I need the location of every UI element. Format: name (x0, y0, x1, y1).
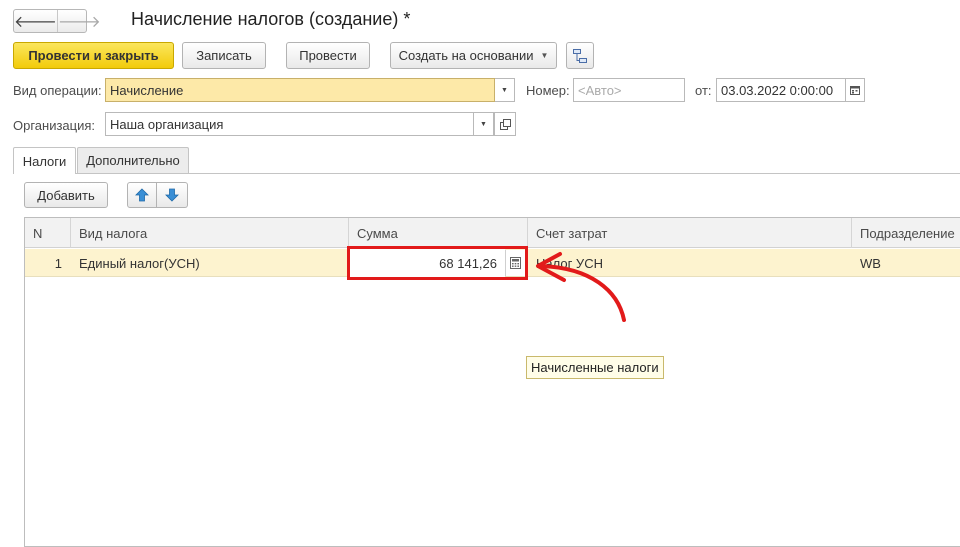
highlight-box (347, 246, 528, 280)
operation-field[interactable]: Начисление (105, 78, 495, 102)
tooltip: Начисленные налоги (526, 356, 664, 379)
operation-dropdown-button[interactable]: ▼ (495, 78, 515, 102)
red-arrow-icon (536, 252, 626, 322)
calendar-icon (850, 86, 860, 95)
page-title: Начисление налогов (создание) * (131, 9, 411, 29)
arrow-down-icon (165, 188, 179, 202)
create-based-on-label: Создать на основании (398, 48, 534, 63)
arrow-up-icon (135, 188, 149, 202)
column-header-n[interactable]: N (25, 218, 71, 248)
create-based-on-button[interactable]: Создать на основании ▼ (390, 42, 557, 69)
add-button[interactable]: Добавить (24, 182, 108, 208)
number-label: Номер: (526, 83, 570, 98)
chevron-down-icon: ▼ (480, 120, 487, 128)
back-arrow-icon[interactable]: 🡐 (14, 10, 57, 32)
column-header-department[interactable]: Подразделение (852, 218, 960, 248)
save-button[interactable]: Записать (182, 42, 266, 69)
column-header-cost-account[interactable]: Счет затрат (528, 218, 852, 248)
column-header-tax-type[interactable]: Вид налога (71, 218, 349, 248)
calendar-button[interactable] (845, 78, 865, 102)
chevron-down-icon: ▼ (540, 51, 549, 60)
operation-label: Вид операции: (13, 83, 102, 98)
post-and-close-button[interactable]: Провести и закрыть (13, 42, 174, 69)
organization-open-button[interactable] (494, 112, 516, 136)
organization-dropdown-button[interactable]: ▼ (474, 112, 494, 136)
forward-arrow-icon[interactable]: 🡒 (56, 10, 101, 32)
structure-icon (573, 48, 587, 63)
number-field[interactable]: <Авто> (573, 78, 685, 102)
move-down-button[interactable] (157, 182, 188, 208)
date-field[interactable]: 03.03.2022 0:00:00 (716, 78, 846, 102)
tab-taxes[interactable]: Налоги (13, 147, 76, 174)
tab-additional[interactable]: Дополнительно (77, 147, 189, 173)
tab-strip-border (13, 173, 960, 174)
column-header-amount[interactable]: Сумма (349, 218, 528, 248)
date-label: от: (695, 83, 712, 98)
chevron-down-icon: ▼ (501, 86, 508, 94)
structure-button[interactable] (566, 42, 594, 69)
row-number: 1 (54, 255, 62, 271)
post-button[interactable]: Провести (286, 42, 370, 69)
organization-label: Организация: (13, 118, 96, 133)
tax-type-cell[interactable]: Единый налог(УСН) (71, 249, 349, 277)
organization-field[interactable]: Наша организация (105, 112, 474, 136)
open-form-icon (499, 118, 511, 130)
nav-buttons: 🡐 🡒 (13, 9, 101, 33)
department-cell[interactable]: WB (852, 249, 960, 277)
move-up-button[interactable] (127, 182, 157, 208)
